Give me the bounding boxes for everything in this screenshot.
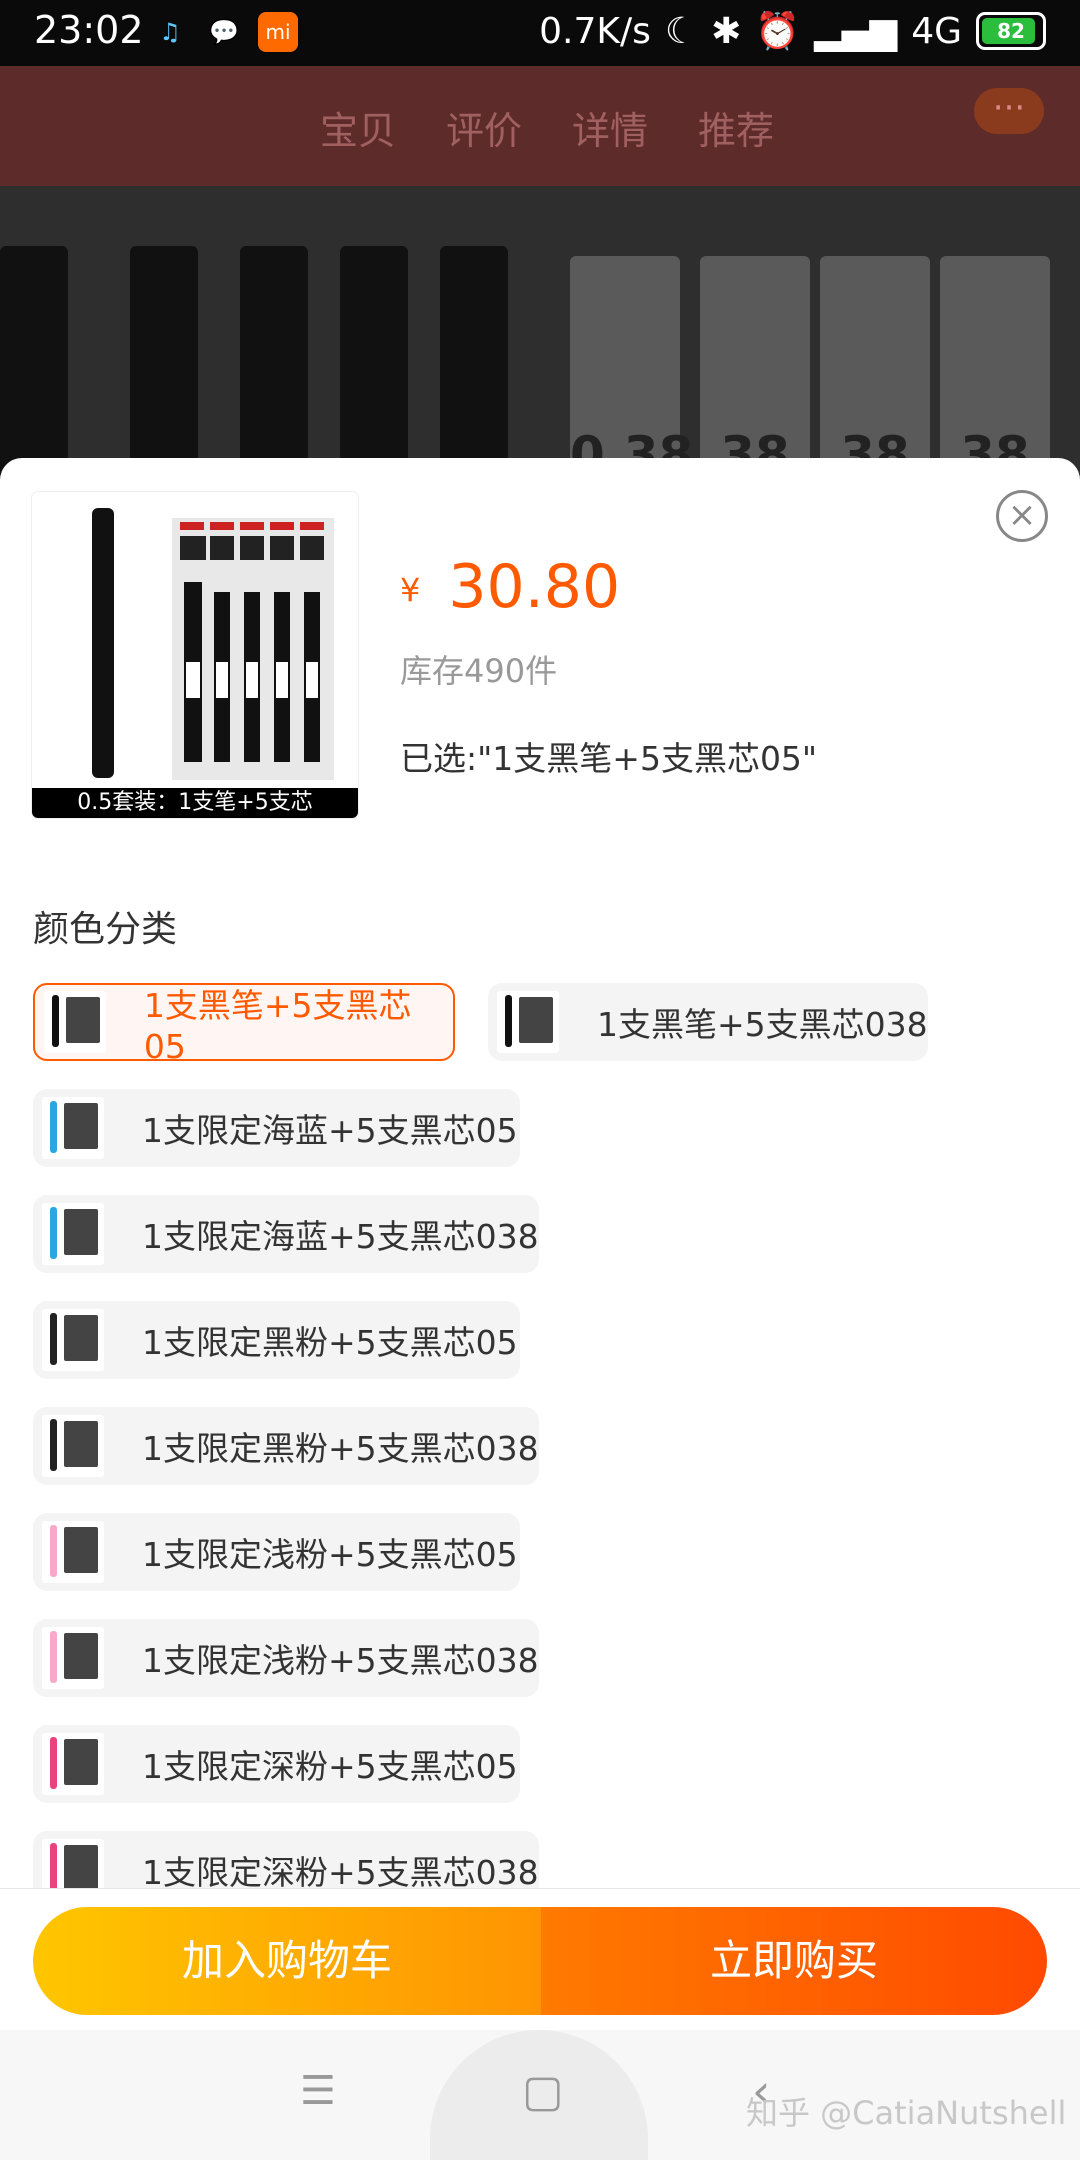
option-label: 1支限定深粉+5支黑芯05 [142,1747,518,1786]
selected-variant: 已选:"1支黑笔+5支黑芯05" [400,739,818,778]
watermark: 知乎 @CatiaNutshell [746,2094,1067,2132]
price: ¥30.80 [400,552,620,622]
option-chip[interactable]: 1支黑笔+5支黑芯05 [33,983,455,1066]
pen-swatch [50,1207,57,1259]
stock-count: 库存490件 [400,652,558,690]
pen-swatch [50,1419,57,1471]
status-bar: 23:02 ♫ 💬 mi 0.7K/s ☾ ✱ ⏰ ▂▄▆ 4G 82 [0,0,1080,66]
battery-icon: 82 [976,12,1046,50]
status-right: 0.7K/s ☾ ✱ ⏰ ▂▄▆ 4G 82 [539,10,1046,52]
option-chip[interactable]: 1支限定深粉+5支黑芯038 [33,1831,539,1888]
mi-app-icon: mi [258,12,298,52]
notification-icons: ♫ 💬 mi [150,12,298,52]
headset-notification-icon: ♫ [159,18,181,46]
pen-swatch [52,995,59,1047]
home-square-icon[interactable]: ▢ [522,2066,564,2117]
option-thumbnail [42,1097,104,1159]
option-chip[interactable]: 1支限定海蓝+5支黑芯05 [33,1089,520,1167]
pen-swatch [50,1737,57,1789]
option-thumbnail [42,1521,104,1583]
option-label: 1支限定深粉+5支黑芯038 [142,1853,539,1888]
tab-item: 宝贝 [320,109,397,153]
pen-swatch [50,1313,57,1365]
action-bar: 加入购物车 立即购买 [0,1888,1080,2031]
pen-swatch [50,1101,57,1153]
option-chip[interactable]: 1支黑笔+5支黑芯038 [488,983,928,1061]
option-chip[interactable]: 1支限定黑粉+5支黑芯038 [33,1407,539,1485]
alarm-icon: ⏰ [755,11,801,52]
option-thumbnail [42,1203,104,1265]
tab-details: 详情 [572,109,649,153]
option-label: 1支限定海蓝+5支黑芯038 [142,1217,539,1256]
option-label: 1支黑笔+5支黑芯05 [143,985,412,1066]
option-thumbnail [42,1839,104,1888]
system-nav-bar: ☰ ▢ ‹ 知乎 @CatiaNutshell [0,2030,1080,2160]
option-thumbnail [42,1309,104,1371]
pen-swatch [505,995,512,1047]
close-icon[interactable]: × [996,490,1048,542]
product-image-background: 0.38 38 38 38 [0,186,1080,666]
buy-now-button[interactable]: 立即购买 [541,1907,1047,2015]
network-type: 4G [911,10,962,52]
bluetooth-icon: ✱ [711,10,742,52]
wechat-icon: 💬 [209,18,239,46]
option-label: 1支黑笔+5支黑芯038 [597,1005,928,1044]
product-thumbnail[interactable]: 0.5套装：1支笔+5支芯 [32,492,358,818]
pen-swatch [50,1631,57,1683]
option-label: 1支限定浅粉+5支黑芯05 [142,1535,518,1574]
option-chip[interactable]: 1支限定深粉+5支黑芯05 [33,1725,520,1803]
color-category-title: 颜色分类 [33,909,178,950]
option-chip[interactable]: 1支限定浅粉+5支黑芯05 [33,1513,520,1591]
option-chip[interactable]: 1支限定浅粉+5支黑芯038 [33,1619,539,1697]
battery-level: 82 [997,19,1025,43]
option-label: 1支限定海蓝+5支黑芯05 [142,1111,518,1150]
product-image [32,492,358,818]
option-thumbnail [42,1415,104,1477]
menu-icon[interactable]: ☰ [300,2068,336,2114]
tab-recommend: 推荐 [698,109,775,153]
add-to-cart-button[interactable]: 加入购物车 [33,1907,541,2015]
thumbnail-caption: 0.5套装：1支笔+5支芯 [32,788,358,818]
price-value: 30.80 [448,552,621,622]
sku-bottom-sheet: 0.5套装：1支笔+5支芯 × ¥30.80 库存490件 已选:"1支黑笔+5… [0,458,1080,1888]
option-thumbnail [42,1733,104,1795]
option-label: 1支限定黑粉+5支黑芯038 [142,1429,539,1468]
tab-reviews: 评价 [446,109,523,153]
pen-swatch [50,1843,57,1888]
option-thumbnail [42,1627,104,1689]
signal-icon: ▂▄▆ [814,10,898,52]
more-menu-icon: ··· [974,88,1044,134]
pen-swatch [50,1525,57,1577]
option-chip[interactable]: 1支限定海蓝+5支黑芯038 [33,1195,539,1273]
option-label: 1支限定浅粉+5支黑芯038 [142,1641,539,1680]
option-thumbnail [44,991,106,1053]
option-thumbnail [497,991,559,1053]
status-time: 23:02 [34,8,144,52]
option-chip[interactable]: 1支限定黑粉+5支黑芯05 [33,1301,520,1379]
product-tabs: 宝贝 评价 详情 推荐 [320,100,774,155]
net-speed: 0.7K/s [539,10,651,52]
option-label: 1支限定黑粉+5支黑芯05 [142,1323,518,1362]
currency-symbol: ¥ [400,571,421,609]
moon-icon: ☾ [664,10,698,52]
